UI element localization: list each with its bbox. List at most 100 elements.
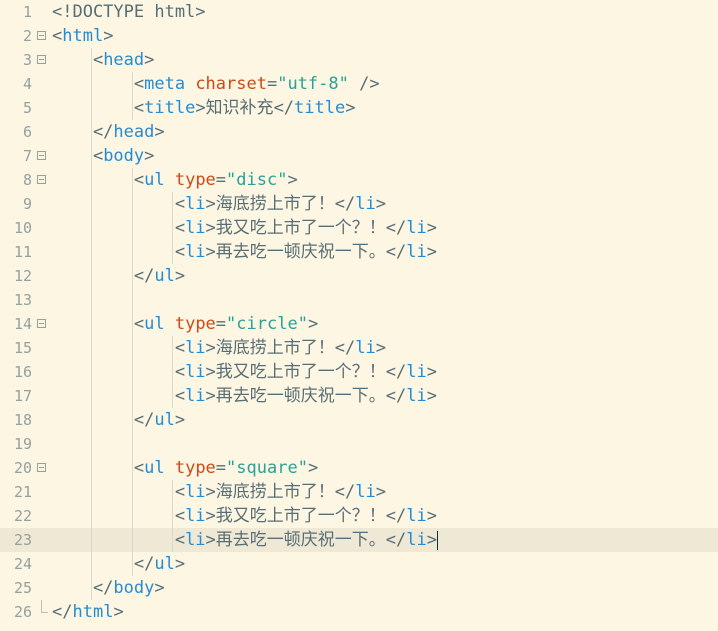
line-code: <li>再去吃一顿庆祝一下。</li> [52, 240, 437, 264]
code-token: > [205, 530, 216, 550]
line-code: </head> [52, 120, 165, 144]
code-line[interactable]: 2 <html> [0, 24, 718, 48]
code-line[interactable]: 19 [0, 432, 718, 456]
fold-collapse-icon[interactable] [37, 151, 46, 160]
line-number: 13 [13, 291, 32, 309]
code-token: > [426, 386, 438, 406]
line-number: 5 [22, 99, 32, 117]
code-line[interactable]: 10 <li>我又吃上市了一个？！</li> [0, 216, 718, 240]
code-token: </ [52, 578, 114, 598]
fold-collapse-icon[interactable] [37, 55, 46, 64]
code-token: meta [144, 74, 196, 94]
code-token: li [406, 242, 427, 262]
code-line[interactable]: 6 </head> [0, 120, 718, 144]
line-number: 1 [22, 3, 32, 21]
code-token: > [287, 170, 298, 190]
code-token: < [52, 314, 145, 334]
code-token: li [185, 530, 206, 550]
line-number: 14 [13, 315, 32, 333]
code-token: </ [273, 98, 295, 118]
code-token: </ [52, 410, 155, 430]
code-line[interactable]: 21 <li>海底捞上市了！</li> [0, 480, 718, 504]
line-code: </html> [52, 600, 124, 624]
code-token: 再去吃一顿庆祝一下。 [215, 530, 386, 550]
code-line[interactable]: 23 <li>再去吃一顿庆祝一下。</li> [0, 528, 718, 552]
code-line[interactable]: 14 <ul type="circle"> [0, 312, 718, 336]
code-token: > [426, 530, 438, 550]
code-line[interactable]: 5 <title>知识补充</title> [0, 96, 718, 120]
code-token: > [154, 578, 165, 598]
code-token: 我又吃上市了一个？！ [215, 218, 386, 238]
code-token: li [406, 386, 427, 406]
code-line[interactable]: 11 <li>再去吃一顿庆祝一下。</li> [0, 240, 718, 264]
code-token: "square" [226, 458, 308, 478]
code-line[interactable]: 18 </ul> [0, 408, 718, 432]
code-token: > [174, 410, 186, 430]
code-token: li [355, 194, 376, 214]
code-line[interactable]: 24 </ul> [0, 552, 718, 576]
code-token: </ [334, 338, 356, 358]
line-number: 26 [13, 603, 32, 621]
code-line[interactable]: 1 <!DOCTYPE html> [0, 0, 718, 24]
line-code: <!DOCTYPE html> [52, 0, 206, 24]
line-number: 8 [22, 171, 32, 189]
code-token: li [185, 194, 206, 214]
code-token: > [195, 98, 206, 118]
code-line[interactable]: 9 <li>海底捞上市了！</li> [0, 192, 718, 216]
code-token: < [52, 506, 186, 526]
code-token: </ [334, 482, 356, 502]
code-token: > [205, 506, 216, 526]
code-line[interactable]: 15 <li>海底捞上市了！</li> [0, 336, 718, 360]
code-line[interactable]: 17 <li>再去吃一顿庆祝一下。</li> [0, 384, 718, 408]
code-token: ul [154, 410, 175, 430]
code-line[interactable]: 8 <ul type="disc"> [0, 168, 718, 192]
code-line[interactable]: 22 <li>我又吃上市了一个？！</li> [0, 504, 718, 528]
line-code: </ul> [52, 408, 185, 432]
fold-collapse-icon[interactable] [37, 31, 46, 40]
code-line[interactable]: 7 <body> [0, 144, 718, 168]
line-code: <title>知识补充</title> [52, 96, 356, 120]
code-token: li [406, 530, 427, 550]
line-code: <li>我又吃上市了一个？！</li> [52, 360, 437, 384]
code-editor[interactable]: 1 <!DOCTYPE html> 2 <html> 3 <head> 4 <meta c… [0, 0, 718, 631]
code-line[interactable]: 12 </ul> [0, 264, 718, 288]
code-line[interactable]: 4 <meta charset="utf-8" /> [0, 72, 718, 96]
code-token: > [205, 218, 216, 238]
code-token: </ [52, 266, 155, 286]
indent-guide [90, 48, 92, 600]
code-token: </ [385, 218, 407, 238]
code-token: li [185, 338, 206, 358]
line-number: 22 [13, 507, 32, 525]
fold-collapse-icon[interactable] [37, 463, 46, 472]
code-token: > [375, 338, 387, 358]
code-token: </ [385, 386, 407, 406]
indent-guide [172, 192, 174, 264]
code-token: 海底捞上市了！ [215, 194, 335, 214]
code-token: head [113, 122, 155, 142]
code-token: </ [385, 506, 407, 526]
code-line[interactable]: 3 <head> [0, 48, 718, 72]
code-token: > [426, 362, 438, 382]
code-line[interactable]: 13 [0, 288, 718, 312]
line-number: 11 [13, 243, 32, 261]
code-line[interactable]: 26 </html> [0, 600, 718, 624]
code-token: < [52, 386, 186, 406]
code-token: > [113, 602, 124, 622]
fold-collapse-icon[interactable] [37, 175, 46, 184]
code-line[interactable]: 25 </body> [0, 576, 718, 600]
code-token: html [72, 602, 114, 622]
line-code: <meta charset="utf-8" /> [52, 72, 380, 96]
line-code: <body> [52, 144, 154, 168]
line-number: 10 [13, 219, 32, 237]
code-token: < [52, 50, 104, 70]
code-line[interactable]: 16 <li>我又吃上市了一个？！</li> [0, 360, 718, 384]
code-token: > [205, 386, 216, 406]
code-token: title [294, 98, 346, 118]
code-token: 海底捞上市了！ [215, 482, 335, 502]
code-line[interactable]: 20 <ul type="square"> [0, 456, 718, 480]
line-code: <li>海底捞上市了！</li> [52, 480, 386, 504]
fold-collapse-icon[interactable] [37, 319, 46, 328]
code-token: > [426, 218, 438, 238]
code-token: > [345, 98, 356, 118]
line-code: </body> [52, 576, 165, 600]
